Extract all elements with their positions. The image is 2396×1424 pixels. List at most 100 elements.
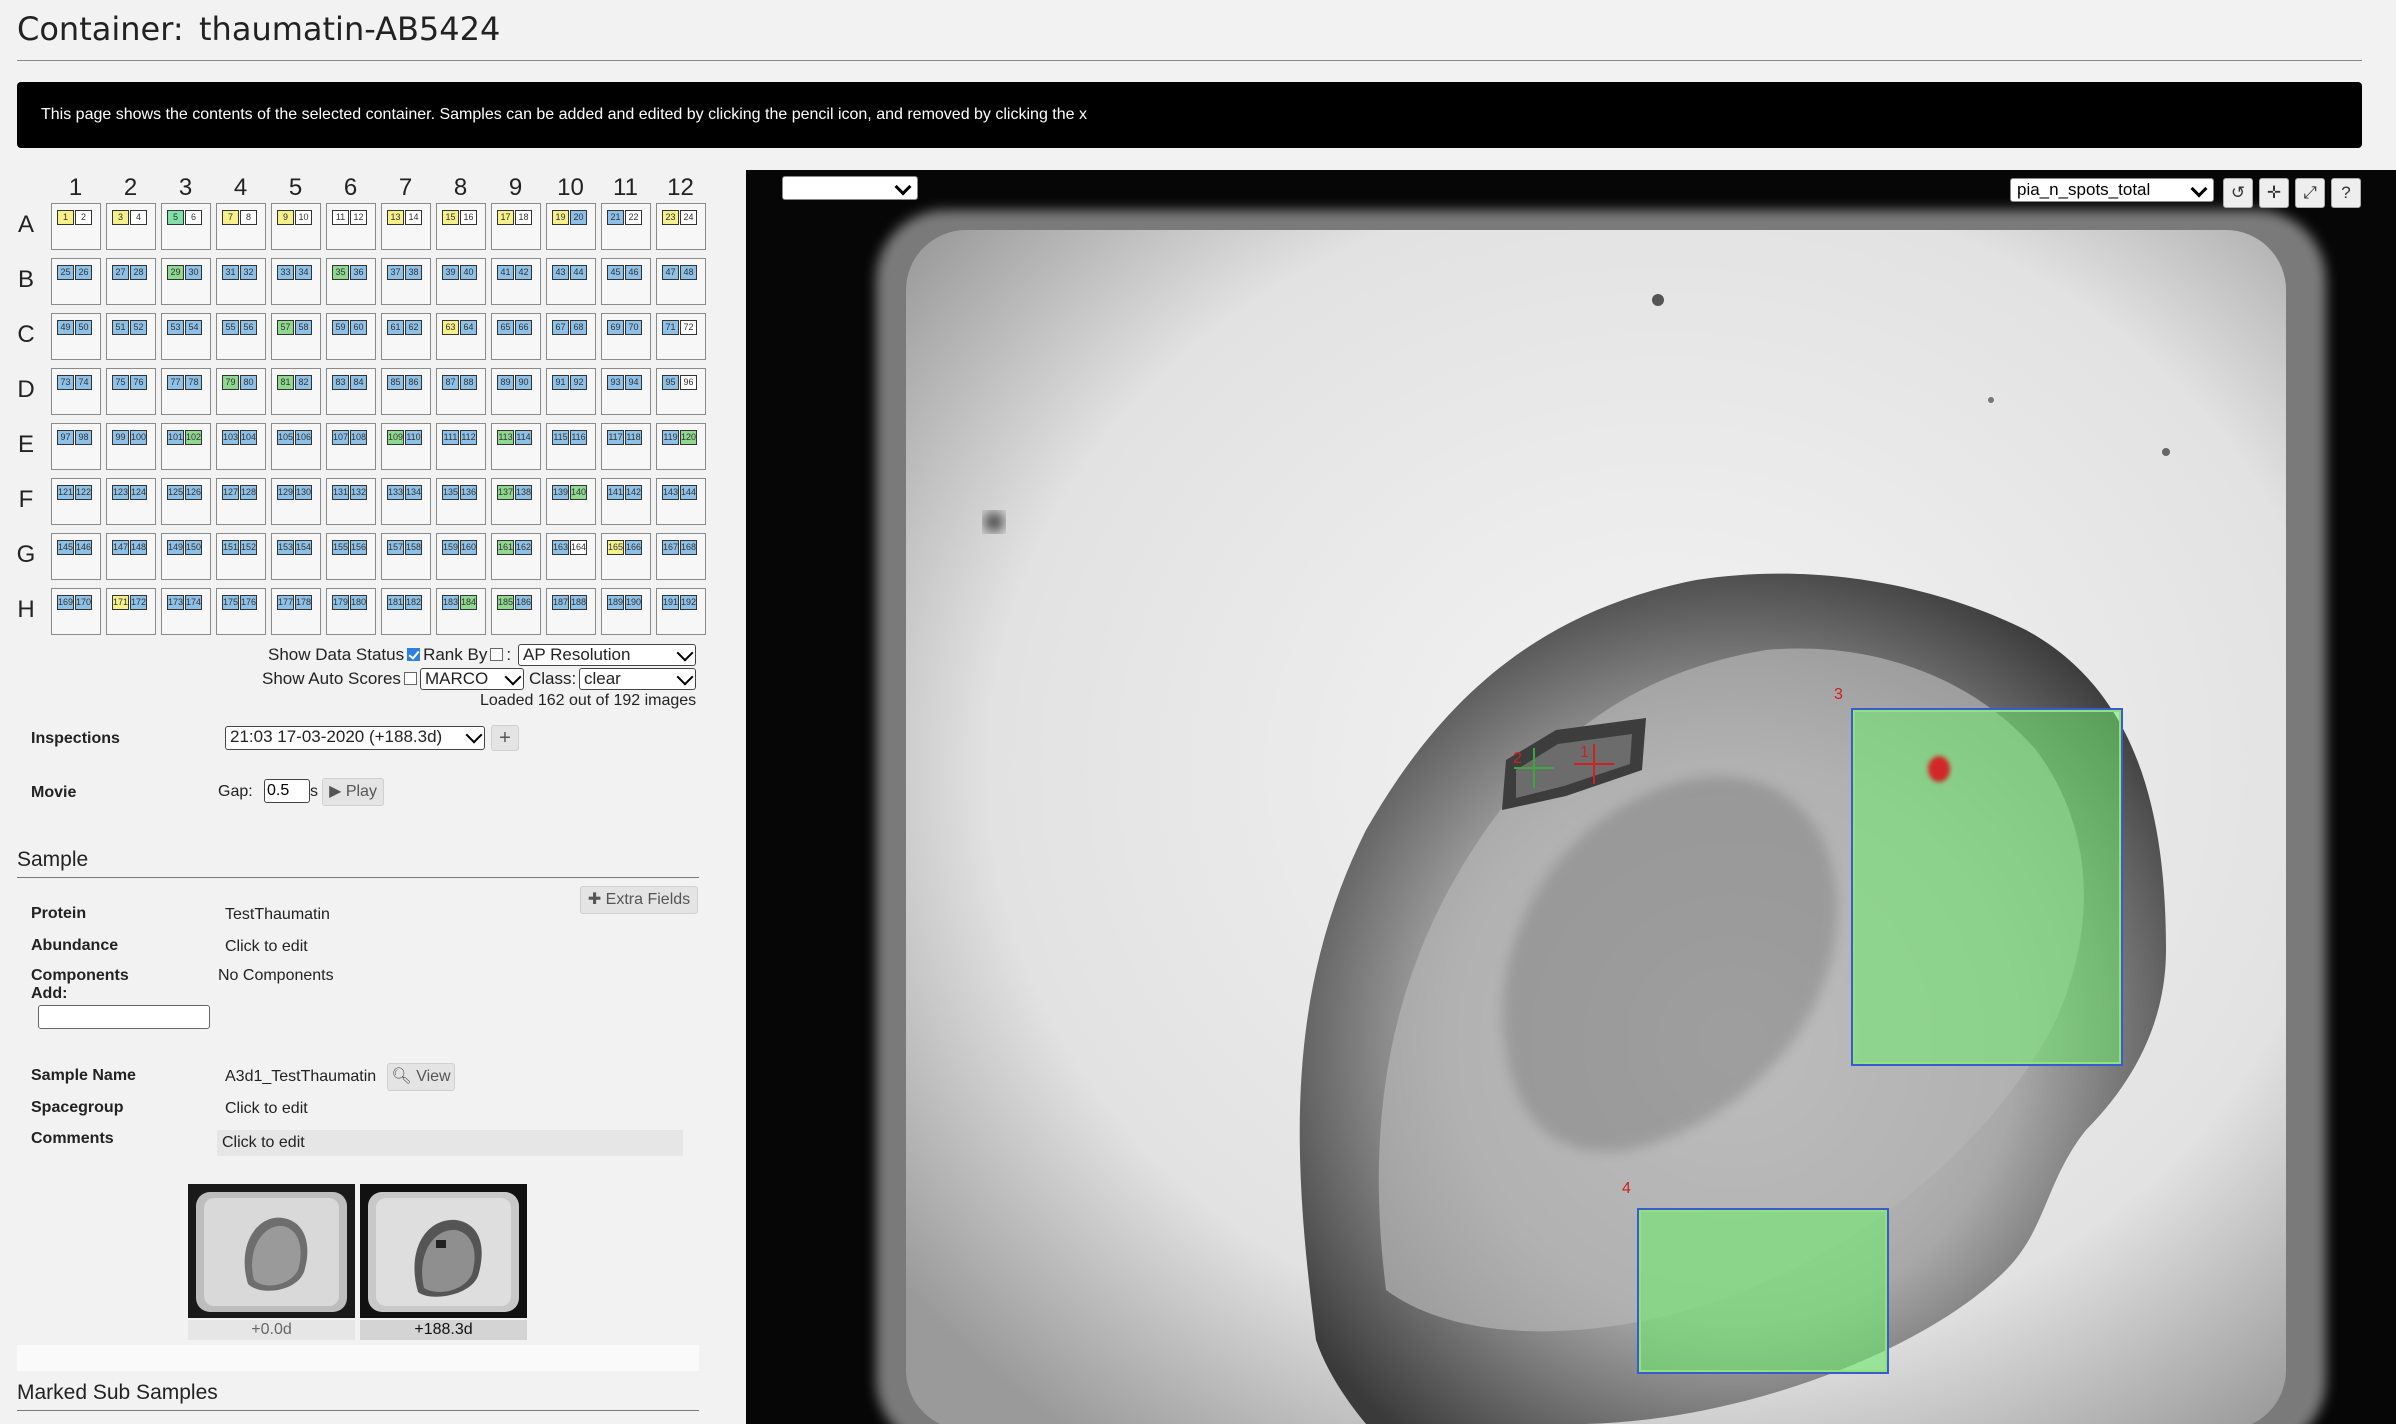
- plate-well[interactable]: 77 78: [161, 368, 211, 415]
- plate-well[interactable]: 149 150: [161, 533, 211, 580]
- sub-well[interactable]: 9: [277, 210, 294, 225]
- sub-well[interactable]: 41: [497, 265, 514, 280]
- sub-well[interactable]: 108: [350, 430, 367, 445]
- sub-well[interactable]: 69: [607, 320, 624, 335]
- sub-well[interactable]: 90: [515, 375, 532, 390]
- plate-well[interactable]: 181 182: [381, 588, 431, 635]
- region-3-box[interactable]: [1853, 710, 2121, 1064]
- plate-well[interactable]: 69 70: [601, 313, 651, 360]
- sub-well[interactable]: 44: [570, 265, 587, 280]
- sub-well[interactable]: 166: [625, 540, 642, 555]
- sub-well[interactable]: 54: [185, 320, 202, 335]
- sub-well[interactable]: 52: [130, 320, 147, 335]
- plate-well[interactable]: 79 80: [216, 368, 266, 415]
- plate-well[interactable]: 35 36: [326, 258, 376, 305]
- plate-well[interactable]: 23 24: [656, 203, 706, 250]
- sub-well[interactable]: 34: [295, 265, 312, 280]
- sub-well[interactable]: 27: [112, 265, 129, 280]
- sub-well[interactable]: 40: [460, 265, 477, 280]
- sub-well[interactable]: 8: [240, 210, 257, 225]
- plate-well[interactable]: 43 44: [546, 258, 596, 305]
- plate-well[interactable]: 59 60: [326, 313, 376, 360]
- plate-well[interactable]: 19 20: [546, 203, 596, 250]
- sub-well[interactable]: 134: [405, 485, 422, 500]
- plate-well[interactable]: 159 160: [436, 533, 486, 580]
- sub-well[interactable]: 4: [130, 210, 147, 225]
- sub-well[interactable]: 102: [185, 430, 202, 445]
- sub-well[interactable]: 92: [570, 375, 587, 390]
- plate-well[interactable]: 103 104: [216, 423, 266, 470]
- plate-well[interactable]: 173 174: [161, 588, 211, 635]
- sub-well[interactable]: 173: [167, 595, 184, 610]
- plate-well[interactable]: 183 184: [436, 588, 486, 635]
- sub-well[interactable]: 135: [442, 485, 459, 500]
- plate-well[interactable]: 65 66: [491, 313, 541, 360]
- plate-well[interactable]: 13 14: [381, 203, 431, 250]
- sub-well[interactable]: 78: [185, 375, 202, 390]
- plate-well[interactable]: 137 138: [491, 478, 541, 525]
- plate-well[interactable]: 169 170: [51, 588, 101, 635]
- plate-well[interactable]: 53 54: [161, 313, 211, 360]
- sub-well[interactable]: 50: [75, 320, 92, 335]
- sub-well[interactable]: 133: [387, 485, 404, 500]
- sub-well[interactable]: 58: [295, 320, 312, 335]
- sub-well[interactable]: 38: [405, 265, 422, 280]
- play-button[interactable]: ▶ Play: [322, 778, 384, 806]
- image-viewer[interactable]: pia_n_spots_total ↺ ✛ ⤢ ? 2 1 3 4: [746, 170, 2396, 1424]
- sub-well[interactable]: 117: [607, 430, 624, 445]
- sub-well[interactable]: 72: [680, 320, 697, 335]
- sub-well[interactable]: 6: [185, 210, 202, 225]
- sub-well[interactable]: 146: [75, 540, 92, 555]
- sub-well[interactable]: 94: [625, 375, 642, 390]
- sub-well[interactable]: 154: [295, 540, 312, 555]
- sub-well[interactable]: 65: [497, 320, 514, 335]
- plate-well[interactable]: 151 152: [216, 533, 266, 580]
- plate-well[interactable]: 51 52: [106, 313, 156, 360]
- sub-well[interactable]: 45: [607, 265, 624, 280]
- sub-well[interactable]: 60: [350, 320, 367, 335]
- sub-well[interactable]: 169: [57, 595, 74, 610]
- sub-well[interactable]: 167: [662, 540, 679, 555]
- sub-well[interactable]: 22: [625, 210, 642, 225]
- plate-well[interactable]: 21 22: [601, 203, 651, 250]
- sub-well[interactable]: 16: [460, 210, 477, 225]
- sub-well[interactable]: 93: [607, 375, 624, 390]
- fullscreen-button[interactable]: ⤢: [2295, 178, 2325, 208]
- plate-well[interactable]: 131 132: [326, 478, 376, 525]
- plate-well[interactable]: 189 190: [601, 588, 651, 635]
- sub-well[interactable]: 21: [607, 210, 624, 225]
- sub-well[interactable]: 105: [277, 430, 294, 445]
- plate-well[interactable]: 167 168: [656, 533, 706, 580]
- sub-well[interactable]: 192: [680, 595, 697, 610]
- sub-well[interactable]: 128: [240, 485, 257, 500]
- sub-well[interactable]: 84: [350, 375, 367, 390]
- sub-well[interactable]: 161: [497, 540, 514, 555]
- sub-well[interactable]: 47: [662, 265, 679, 280]
- sub-well[interactable]: 82: [295, 375, 312, 390]
- plate-well[interactable]: 141 142: [601, 478, 651, 525]
- sub-well[interactable]: 111: [442, 430, 459, 445]
- plate-well[interactable]: 113 114: [491, 423, 541, 470]
- plate-well[interactable]: 157 158: [381, 533, 431, 580]
- sub-well[interactable]: 191: [662, 595, 679, 610]
- sub-well[interactable]: 127: [222, 485, 239, 500]
- plate-well[interactable]: 81 82: [271, 368, 321, 415]
- auto-score-select[interactable]: MARCO: [420, 668, 524, 690]
- plate-well[interactable]: 89 90: [491, 368, 541, 415]
- sub-well[interactable]: 140: [570, 485, 587, 500]
- plate-well[interactable]: 73 74: [51, 368, 101, 415]
- plate-well[interactable]: 155 156: [326, 533, 376, 580]
- abundance-value[interactable]: Click to edit: [225, 938, 308, 956]
- sub-well[interactable]: 170: [75, 595, 92, 610]
- sub-well[interactable]: 164: [570, 540, 587, 555]
- sub-well[interactable]: 56: [240, 320, 257, 335]
- add-component-input[interactable]: [38, 1005, 210, 1029]
- plate-well[interactable]: 171 172: [106, 588, 156, 635]
- sub-well[interactable]: 79: [222, 375, 239, 390]
- sub-well[interactable]: 20: [570, 210, 587, 225]
- plate-well[interactable]: 85 86: [381, 368, 431, 415]
- plate-well[interactable]: 135 136: [436, 478, 486, 525]
- sub-well[interactable]: 53: [167, 320, 184, 335]
- sub-well[interactable]: 80: [240, 375, 257, 390]
- sub-well[interactable]: 62: [405, 320, 422, 335]
